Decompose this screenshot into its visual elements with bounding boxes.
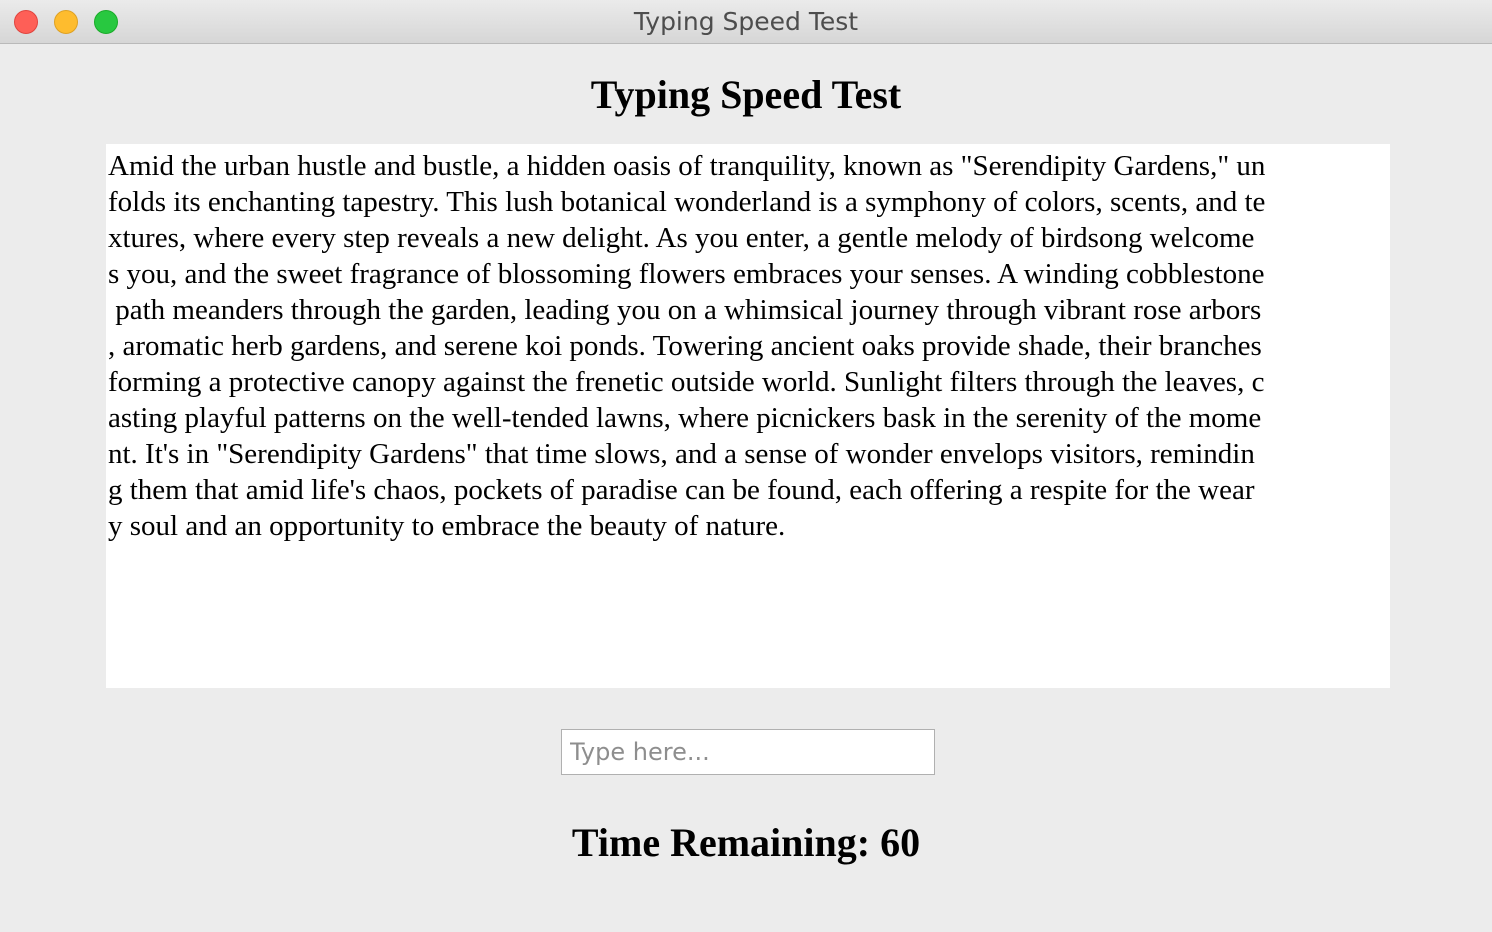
app-window: Typing Speed Test Typing Speed Test Amid…: [0, 0, 1492, 932]
passage-text-area[interactable]: Amid the urban hustle and bustle, a hidd…: [106, 144, 1390, 688]
title-bar[interactable]: Typing Speed Test: [0, 0, 1492, 44]
page-title: Typing Speed Test: [590, 72, 902, 117]
passage-line: g them that amid life's chaos, pockets o…: [108, 474, 1255, 506]
window-title: Typing Speed Test: [633, 7, 859, 36]
time-remaining-label: Time Remaining: 60: [571, 820, 921, 865]
passage-line: nt. It's in "Serendipity Gardens" that t…: [108, 438, 1255, 470]
passage-line: s you, and the sweet fragrance of blosso…: [108, 258, 1265, 290]
typing-input[interactable]: [561, 729, 935, 775]
passage-line: asting playful patterns on the well-tend…: [108, 402, 1262, 434]
passage-line: folds its enchanting tapestry. This lush…: [108, 186, 1266, 218]
passage-line: forming a protective canopy against the …: [108, 366, 1265, 398]
passage-line: Amid the urban hustle and bustle, a hidd…: [108, 150, 1266, 182]
passage-line: path meanders through the garden, leadin…: [108, 294, 1262, 326]
passage-line: y soul and an opportunity to embrace the…: [108, 510, 786, 542]
passage-line: xtures, where every step reveals a new d…: [108, 222, 1255, 254]
passage-line: , aromatic herb gardens, and serene koi …: [108, 330, 1262, 362]
